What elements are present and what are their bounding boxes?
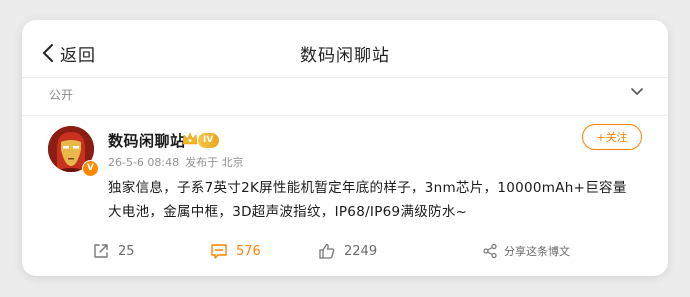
thumbs-up-icon bbox=[319, 243, 335, 259]
top-nav-bar: 返回 数码闲聊站 bbox=[22, 20, 668, 84]
share-button[interactable]: 分享这条博文 bbox=[482, 240, 570, 262]
post-meta: 26-5-6 08:48 发布于 北京 bbox=[108, 154, 250, 170]
repost-icon bbox=[94, 244, 108, 258]
post-location: 发布于 北京 bbox=[185, 156, 244, 169]
post-card: 返回 数码闲聊站 公开 V 数码闲聊站 IV 26-5-6 08:48 发布于 北… bbox=[22, 20, 668, 276]
post-timestamp: 26-5-6 08:48 bbox=[108, 156, 180, 169]
share-label: 分享这条博文 bbox=[504, 245, 570, 258]
chevron-down-icon[interactable] bbox=[630, 87, 644, 97]
page-title: 数码闲聊站 bbox=[300, 46, 390, 66]
share-icon bbox=[483, 243, 497, 259]
like-button[interactable]: 2249 bbox=[318, 240, 377, 262]
follow-button[interactable]: +关注 bbox=[582, 124, 642, 150]
visibility-selector[interactable]: 公开 bbox=[22, 77, 668, 115]
post-body: 独家信息，子系7英寸2K屏性能机暂定年底的样子，3nm芯片，10000mAh+巨… bbox=[108, 180, 627, 220]
repost-button[interactable]: 25 bbox=[92, 240, 135, 262]
author-name[interactable]: 数码闲聊站 bbox=[108, 130, 186, 151]
repost-count: 25 bbox=[118, 243, 135, 259]
action-bar: 25 576 2249 分享这条博文 bbox=[22, 234, 668, 268]
comment-count: 576 bbox=[236, 243, 261, 259]
crown-icon bbox=[182, 132, 198, 145]
comment-icon bbox=[211, 244, 227, 259]
visibility-label: 公开 bbox=[49, 88, 74, 102]
level-badge: IV bbox=[198, 133, 220, 148]
comment-button[interactable]: 576 bbox=[210, 240, 261, 262]
like-count: 2249 bbox=[344, 243, 378, 259]
verified-badge: V bbox=[82, 160, 99, 177]
divider bbox=[22, 115, 668, 116]
